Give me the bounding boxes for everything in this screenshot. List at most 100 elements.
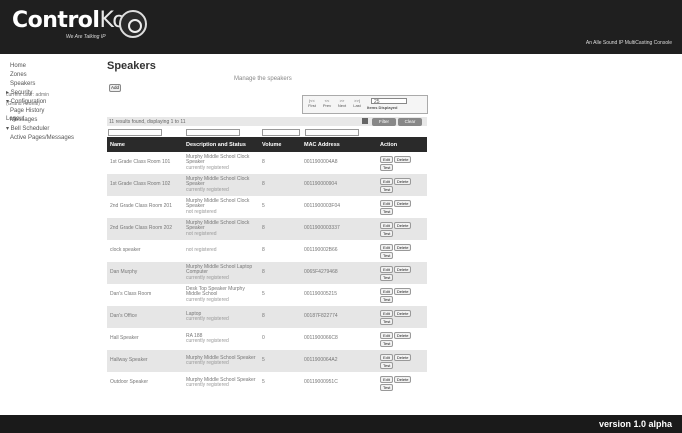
last-page-button[interactable]: >>| Last [350, 98, 364, 108]
speaker-name: 2nd Grade Class Room 201 [107, 196, 183, 218]
delete-button[interactable]: Delete [393, 177, 412, 185]
table-row[interactable]: Outdoor Speaker Murphy Middle School Spea… [107, 372, 427, 394]
edit-button[interactable]: Edit [380, 287, 393, 295]
test-button[interactable]: Test [380, 186, 394, 193]
page-subtitle: Manage the speakers [234, 76, 292, 82]
speaker-volume: 8 [259, 306, 301, 328]
edit-button[interactable]: Edit [380, 221, 393, 229]
test-button[interactable]: Test [380, 340, 394, 347]
table-row[interactable]: Hall Speaker RA 188 currently registered 0 0… [107, 328, 427, 350]
delete-button[interactable]: Delete [393, 287, 412, 295]
table-row[interactable]: 1st Grade Class Room 101 Murphy Middle Sc… [107, 152, 427, 174]
pager: |<< First << Prev >> Next >>| Last 25 Items … [302, 95, 428, 114]
edit-button[interactable]: Edit [380, 265, 393, 273]
speaker-name: Dan's Class Room [107, 284, 183, 306]
column-header[interactable]: Volume [259, 137, 301, 152]
speaker-mac: 0011900004A8 [301, 152, 377, 174]
test-button[interactable]: Test [380, 318, 394, 325]
speaker-description: Murphy Middle School Speaker currently re… [183, 372, 259, 394]
version-label: version 1.0 alpha [598, 419, 672, 429]
table-row[interactable]: 1st Grade Class Room 102 Murphy Middle Sc… [107, 174, 427, 196]
delete-button[interactable]: Delete [393, 331, 412, 339]
speaker-description: Murphy Middle School Clock Speaker not re… [183, 196, 259, 218]
speaker-name: Hall Speaker [107, 328, 183, 350]
edit-button[interactable]: Edit [380, 243, 393, 251]
test-button[interactable]: Test [380, 252, 394, 259]
speaker-mac: 0011900003337 [301, 218, 377, 240]
add-speaker-button[interactable]: Add [109, 84, 121, 92]
logout-link[interactable]: Logout [6, 115, 101, 124]
table-row[interactable]: Dan's Class Room Desk Top Speaker Murphy … [107, 284, 427, 306]
sidebar-item[interactable]: Active Pages/Messages [6, 134, 101, 143]
volume-filter-input[interactable] [262, 129, 300, 136]
sidebar: Home Zones Speakers ▸ Security ▾ Configurati… [6, 62, 101, 141]
column-header[interactable]: Description and Status [183, 137, 259, 152]
speakers-table: Name Description and Status Volume MAC A… [107, 137, 427, 394]
table-row[interactable]: Dan Murphy Murphy Middle School Laptop Co… [107, 262, 427, 284]
table-row[interactable]: 2nd Grade Class Room 201 Murphy Middle Sc… [107, 196, 427, 218]
delete-button[interactable]: Delete [393, 309, 412, 317]
sidebar-item[interactable]: Home [6, 62, 101, 71]
header-bar: ControlKom We Are Talking IP An Alle Sou… [0, 0, 682, 54]
edit-button[interactable]: Edit [380, 375, 393, 383]
description-filter-input[interactable] [186, 129, 240, 136]
sidebar-item[interactable]: ▾ Bell Scheduler [6, 125, 101, 134]
current-user-org: (Grand Fedeal) [6, 101, 40, 107]
speaker-volume: 5 [259, 372, 301, 394]
column-header[interactable]: Name [107, 137, 183, 152]
next-page-button[interactable]: >> Next [335, 98, 349, 108]
edit-button[interactable]: Edit [380, 177, 393, 185]
current-user-label: current user: admin [6, 92, 50, 98]
speaker-name: Dan Murphy [107, 262, 183, 284]
table-row[interactable]: 2nd Grade Class Room 202 Murphy Middle Sc… [107, 218, 427, 240]
logo-badge-icon [119, 10, 147, 38]
table-header-row: Name Description and Status Volume MAC A… [107, 137, 427, 152]
test-button[interactable]: Test [380, 384, 394, 391]
table-row[interactable]: Dan's Office Laptop currently registered 8 0… [107, 306, 427, 328]
clear-button[interactable]: Clear [398, 118, 422, 126]
results-count: 11 results found, displaying 1 to 11 [109, 119, 186, 125]
registration-status: currently registered [186, 186, 229, 193]
edit-button[interactable]: Edit [380, 155, 393, 163]
speaker-volume: 8 [259, 218, 301, 240]
delete-button[interactable]: Delete [393, 199, 412, 207]
filter-button[interactable]: Filter [372, 118, 396, 126]
registration-status: currently registered [186, 164, 229, 171]
column-header[interactable]: MAC Address [301, 137, 377, 152]
delete-button[interactable]: Delete [393, 155, 412, 163]
test-button[interactable]: Test [380, 296, 394, 303]
delete-button[interactable]: Delete [393, 353, 412, 361]
items-per-page-select[interactable]: 25 [371, 98, 407, 105]
column-header: Action [377, 137, 427, 152]
logo-main-text: Control [12, 8, 100, 33]
speaker-volume: 5 [259, 284, 301, 306]
filter-icon [362, 118, 368, 124]
row-actions: Edit Delete Test [377, 240, 427, 262]
delete-button[interactable]: Delete [393, 265, 412, 273]
first-page-button[interactable]: |<< First [305, 98, 319, 108]
test-button[interactable]: Test [380, 230, 394, 237]
delete-button[interactable]: Delete [393, 243, 412, 251]
prev-page-button[interactable]: << Prev [320, 98, 334, 108]
test-button[interactable]: Test [380, 362, 394, 369]
speaker-volume: 5 [259, 196, 301, 218]
name-filter-input[interactable] [108, 129, 162, 136]
speaker-description: Murphy Middle School Clock Speaker curren… [183, 152, 259, 174]
delete-button[interactable]: Delete [393, 375, 412, 383]
row-actions: Edit Delete Test [377, 284, 427, 306]
speaker-description: Murphy Middle School Speaker currently re… [183, 350, 259, 372]
delete-button[interactable]: Delete [393, 221, 412, 229]
mac-filter-input[interactable] [305, 129, 359, 136]
test-button[interactable]: Test [380, 274, 394, 281]
test-button[interactable]: Test [380, 208, 394, 215]
test-button[interactable]: Test [380, 164, 394, 171]
table-row[interactable]: Hallway Speaker Murphy Middle School Spea… [107, 350, 427, 372]
speaker-description: RA 188 currently registered [183, 328, 259, 350]
registration-status: currently registered [186, 316, 229, 322]
edit-button[interactable]: Edit [380, 353, 393, 361]
edit-button[interactable]: Edit [380, 331, 393, 339]
edit-button[interactable]: Edit [380, 309, 393, 317]
speaker-description: not registered [183, 240, 259, 262]
table-row[interactable]: clock speaker not registered 8 001190002B66… [107, 240, 427, 262]
edit-button[interactable]: Edit [380, 199, 393, 207]
